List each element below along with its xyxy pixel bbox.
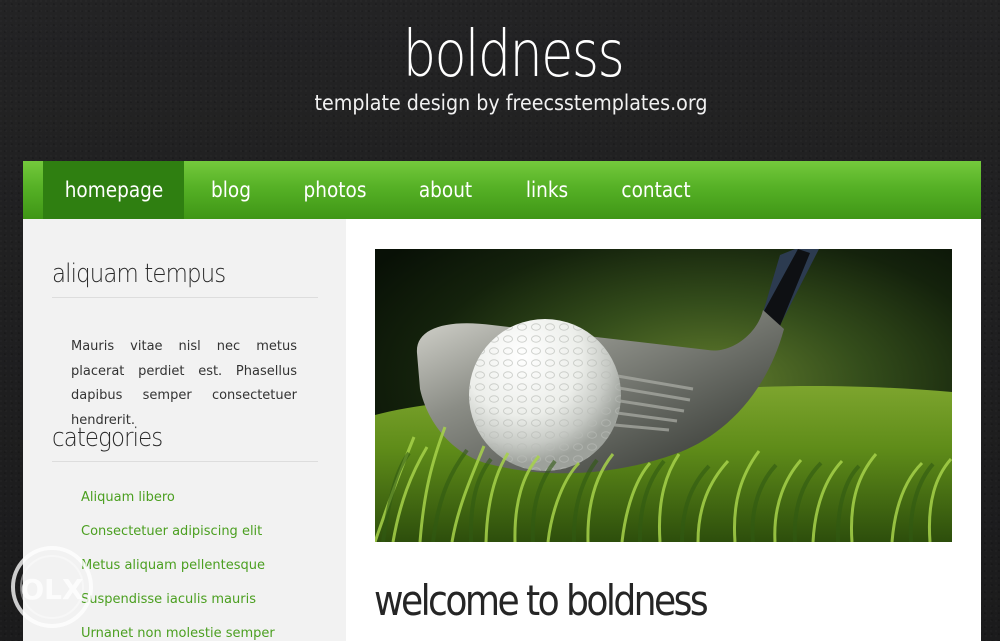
category-link-aliquam-libero[interactable]: Aliquam libero — [81, 487, 275, 521]
main-navigation: homepage blog photos about links contact — [23, 161, 981, 219]
category-link-urnanet-non-molestie-semper[interactable]: Urnanet non molestie semper — [81, 623, 275, 641]
main-content: welcome to boldness — [346, 219, 981, 641]
nav-item-blog[interactable]: blog — [202, 161, 260, 219]
category-link-consectetuer-adipiscing-elit[interactable]: Consectetuer adipiscing elit — [81, 521, 275, 555]
nav-item-homepage[interactable]: homepage — [43, 161, 184, 219]
golf-ball-dimples — [469, 319, 621, 471]
sidebar-heading-aliquam-tempus: aliquam tempus — [52, 259, 226, 289]
sidebar-heading-categories: categories — [52, 423, 163, 453]
olx-watermark: OLX — [0, 537, 105, 635]
site-subtitle: template design by freecsstemplates.org — [314, 91, 708, 115]
svg-text:OLX: OLX — [20, 573, 84, 606]
nav-item-photos[interactable]: photos — [302, 161, 369, 219]
golf-hero-image — [375, 249, 952, 542]
olx-logo-icon: OLX — [11, 546, 93, 628]
sidebar-divider — [52, 461, 318, 462]
welcome-heading: welcome to boldness — [374, 576, 709, 625]
nav-item-homepage-label: homepage — [64, 178, 163, 202]
sidebar-intro-text: Mauris vitae nisl nec metus placerat per… — [71, 339, 297, 428]
sidebar-divider — [52, 297, 318, 298]
nav-item-about[interactable]: about — [417, 161, 474, 219]
nav-item-contact[interactable]: contact — [620, 161, 692, 219]
category-list: Aliquam libero Consectetuer adipiscing e… — [81, 487, 275, 641]
page-content: aliquam tempus Mauris vitae nisl nec met… — [23, 219, 981, 641]
nav-item-links[interactable]: links — [521, 161, 574, 219]
golf-ball-club-illustration — [375, 249, 952, 542]
site-title: boldness — [402, 18, 625, 92]
site-header: boldness template design by freecsstempl… — [0, 0, 1000, 160]
category-link-metus-aliquam-pellentesque[interactable]: Metus aliquam pellentesque — [81, 555, 275, 589]
category-link-suspendisse-iaculis-mauris[interactable]: Suspendisse iaculis mauris — [81, 589, 275, 623]
